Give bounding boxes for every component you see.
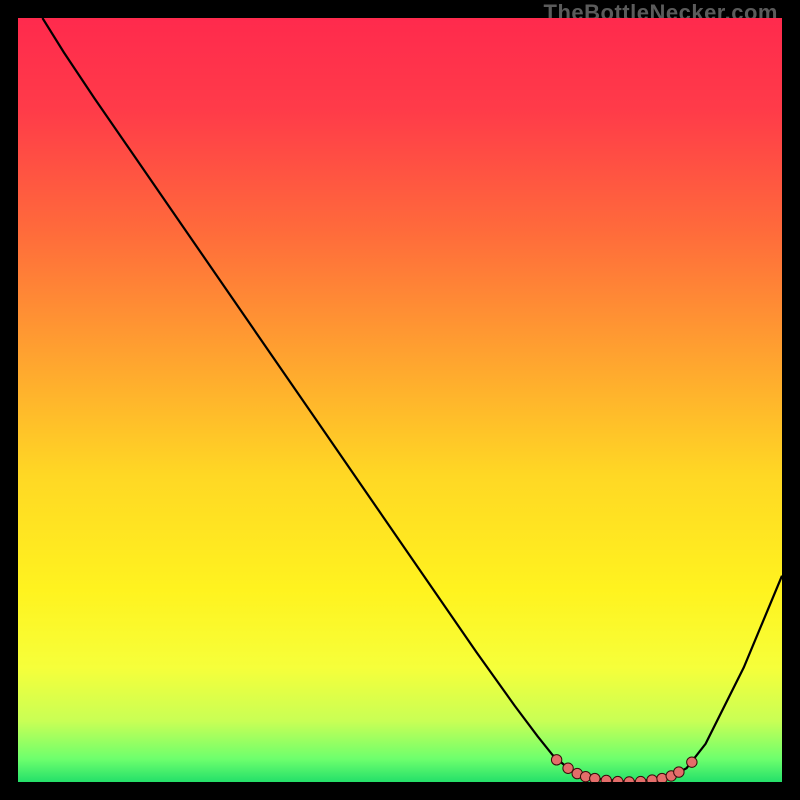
curve-marker — [674, 767, 684, 777]
gradient-background — [18, 18, 782, 782]
curve-marker — [590, 773, 600, 782]
chart-frame: TheBottleNecker.com — [0, 0, 800, 800]
curve-marker — [687, 757, 697, 767]
plot-area — [18, 18, 782, 782]
curve-marker — [563, 763, 573, 773]
curve-marker — [635, 776, 645, 782]
curve-marker — [551, 755, 561, 765]
curve-marker — [613, 776, 623, 782]
curve-marker — [601, 775, 611, 782]
curve-marker — [647, 775, 657, 782]
curve-marker — [580, 771, 590, 781]
chart-svg — [18, 18, 782, 782]
